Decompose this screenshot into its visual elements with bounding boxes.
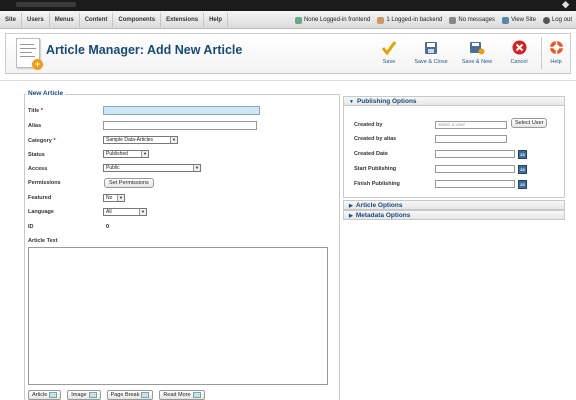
logout-icon	[542, 16, 550, 24]
admin-menu-bar: Site Users Menus Content Components Exte…	[0, 11, 576, 29]
created-by-alias-label: Created by alias	[354, 136, 397, 142]
article-text-label: Article Text	[28, 238, 58, 244]
header-logo-placeholder	[16, 2, 76, 7]
metadata-options-header[interactable]: ▶ Metadata Options	[343, 210, 565, 220]
permissions-label: Permissions	[28, 180, 61, 186]
finish-publishing-label: Finish Publishing	[354, 181, 400, 187]
help-lifebuoy-icon	[548, 39, 564, 56]
cancel-icon	[511, 39, 527, 56]
status-select[interactable]: Published ▼	[103, 150, 149, 158]
access-select[interactable]: Public ▼	[103, 164, 201, 172]
publishing-options-body: Created by Select a User Select User Cre…	[343, 106, 565, 198]
save-close-button[interactable]: Save & Close	[408, 37, 454, 69]
menu-content[interactable]: Content	[80, 13, 114, 27]
language-select[interactable]: All ▼	[103, 208, 147, 216]
calendar-icon[interactable]: 23	[518, 165, 527, 174]
chevron-down-icon: ▼	[141, 151, 148, 157]
calendar-icon[interactable]: 23	[518, 180, 527, 189]
users-icon	[377, 16, 385, 24]
image-icon	[88, 392, 97, 398]
menu-help[interactable]: Help	[204, 13, 229, 27]
top-header-strip: ◆	[0, 0, 576, 11]
title-label: Title *	[28, 108, 43, 114]
access-label: Access	[28, 166, 48, 172]
calendar-icon[interactable]: 23	[518, 150, 527, 159]
toolbar-bottom-rule	[0, 80, 576, 81]
joomla-logo: ◆	[562, 0, 570, 9]
checkmark-icon	[381, 39, 397, 56]
fieldset-legend: New Article	[26, 90, 66, 97]
featured-label: Featured	[28, 195, 52, 201]
read-more-button[interactable]: Read More	[159, 390, 205, 400]
save-new-button[interactable]: Save & New	[454, 37, 500, 69]
mail-icon	[449, 16, 457, 24]
frontend-users-status: None Logged-in frontend	[294, 13, 370, 27]
featured-select[interactable]: No ▼	[103, 194, 125, 202]
publishing-options-header[interactable]: ▼ Publishing Options	[343, 96, 565, 106]
menu-extensions[interactable]: Extensions	[161, 13, 205, 27]
view-site-link[interactable]: View Site	[502, 13, 536, 27]
messages-status[interactable]: No messages	[449, 13, 495, 27]
page-break-button[interactable]: Page Break	[106, 390, 154, 400]
backend-users-status: 1 Logged-in backend	[377, 13, 442, 27]
log-out-link[interactable]: Log out	[542, 13, 572, 27]
set-permissions-button[interactable]: Set Permissions	[104, 178, 154, 188]
menu-menus[interactable]: Menus	[50, 13, 80, 27]
chevron-down-icon: ▼	[117, 195, 124, 201]
save-button[interactable]: Save	[370, 37, 408, 69]
chevron-down-icon: ▼	[193, 165, 200, 171]
cancel-button[interactable]: Cancel	[500, 37, 538, 69]
created-date-input[interactable]	[435, 150, 515, 158]
finish-publishing-input[interactable]	[435, 180, 515, 188]
page-break-icon	[141, 392, 150, 398]
created-date-label: Created Date	[354, 151, 388, 157]
alias-label: Alias	[28, 123, 42, 129]
menu-users[interactable]: Users	[22, 13, 50, 27]
id-label: ID	[28, 224, 34, 230]
article-button[interactable]: Article	[28, 390, 62, 400]
monitor-icon	[502, 16, 510, 24]
alias-input[interactable]	[103, 121, 257, 130]
image-button[interactable]: Image	[67, 390, 101, 400]
chevron-down-icon: ▼	[139, 209, 146, 215]
editor-buttons: Article Image Page Break Read More	[28, 390, 205, 400]
save-new-icon	[469, 39, 485, 56]
start-publishing-label: Start Publishing	[354, 166, 397, 172]
created-by-label: Created by	[354, 122, 383, 128]
created-by-alias-input[interactable]	[435, 135, 507, 143]
triangle-right-icon: ▶	[349, 203, 353, 209]
chevron-down-icon: ▼	[170, 137, 177, 143]
read-more-icon	[192, 392, 201, 398]
select-user-button[interactable]: Select User	[511, 118, 548, 128]
triangle-down-icon: ▼	[349, 99, 354, 105]
toolbar-divider	[541, 37, 542, 69]
language-label: Language	[28, 209, 54, 215]
menu-site[interactable]: Site	[0, 13, 23, 27]
users-icon	[294, 16, 302, 24]
title-input[interactable]	[103, 106, 260, 115]
article-options-header[interactable]: ▶ Article Options	[343, 200, 565, 210]
article-icon	[49, 392, 58, 398]
article-text-editor[interactable]	[28, 247, 328, 385]
triangle-right-icon: ▶	[349, 213, 353, 219]
status-label: Status	[28, 152, 45, 158]
page-title: Article Manager: Add New Article	[46, 43, 243, 57]
floppy-disk-icon	[423, 39, 439, 56]
page-toolbar: + Article Manager: Add New Article Save …	[5, 33, 571, 74]
menu-components[interactable]: Components	[113, 13, 162, 27]
category-label: Category *	[28, 138, 56, 144]
article-add-icon: +	[16, 38, 43, 70]
start-publishing-input[interactable]	[435, 165, 515, 173]
options-panel: ▼ Publishing Options Created by Select a …	[343, 96, 565, 220]
help-button[interactable]: Help	[545, 37, 567, 69]
created-by-input[interactable]: Select a User	[435, 121, 507, 129]
category-select[interactable]: Sample Data-Articles ▼	[103, 136, 178, 144]
id-value: 0	[106, 224, 110, 230]
